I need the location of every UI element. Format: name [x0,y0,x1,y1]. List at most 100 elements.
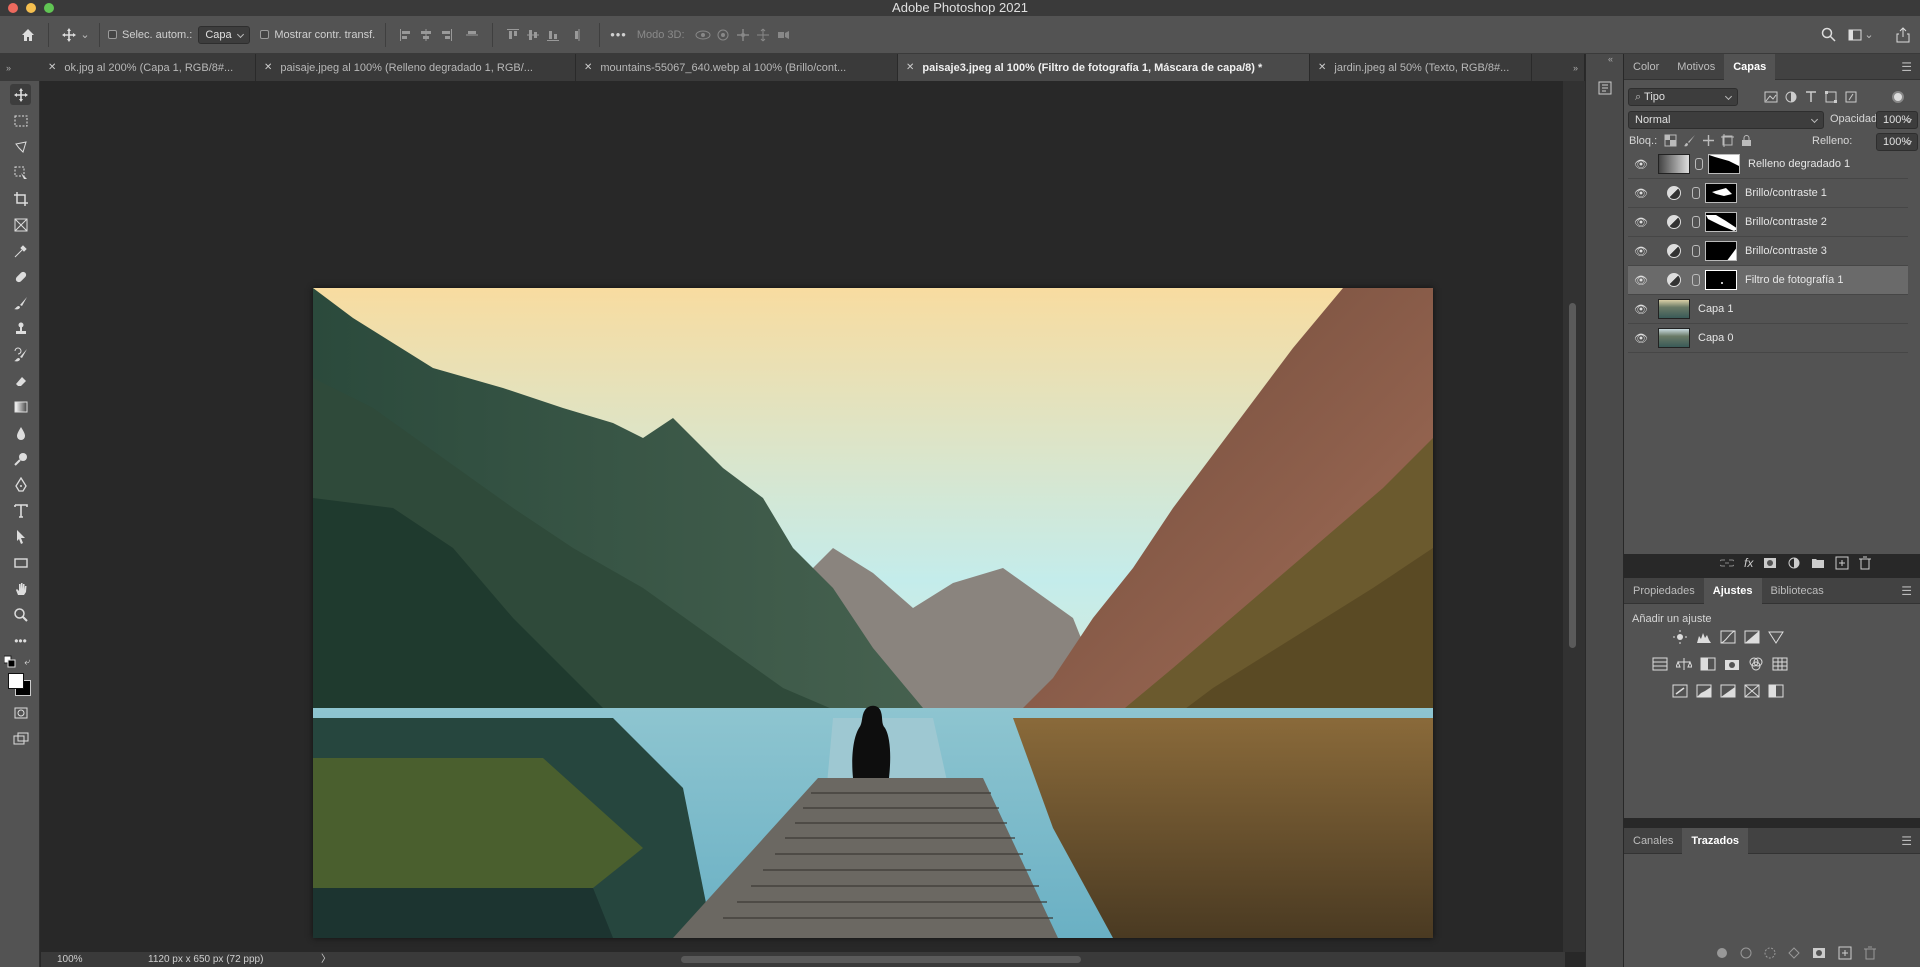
color-lookup-icon[interactable] [1772,657,1788,671]
eyedropper-tool[interactable] [10,240,31,261]
layer-mask-thumbnail[interactable] [1705,270,1737,290]
exposure-icon[interactable] [1744,630,1760,644]
filter-toggle-icon[interactable] [1892,91,1904,103]
photo-filter-icon[interactable] [1724,657,1740,671]
new-adjustment-icon[interactable] [1787,556,1801,570]
lock-artboard-icon[interactable] [1721,134,1734,147]
layer-mask-thumbnail[interactable] [1705,241,1737,261]
zoom-tool[interactable] [10,604,31,625]
mask-link-icon[interactable] [1692,187,1700,199]
foreground-color-swatch[interactable] [8,673,24,689]
layer-filtro-de-fotografia-1[interactable]: 👁 Filtro de fotografía 1 [1628,266,1908,295]
make-path-icon[interactable] [1788,947,1800,959]
close-tab-icon[interactable]: ✕ [264,62,272,73]
align-left-icon[interactable] [396,25,416,45]
mask-link-icon[interactable] [1695,158,1703,170]
workspace-icon[interactable] [1846,25,1866,45]
panel-menu-icon[interactable]: ☰ [1901,584,1912,598]
posterize-icon[interactable] [1696,684,1712,698]
align-bottom-icon[interactable] [543,25,563,45]
auto-select-dropdown[interactable]: Capa [198,25,251,44]
horizontal-scrollbar-thumb[interactable] [681,956,1081,963]
selective-color-icon[interactable] [1744,684,1760,698]
lock-transparent-icon[interactable] [1664,134,1677,147]
orbit-3d-icon[interactable] [693,25,713,45]
tab-motivos[interactable]: Motivos [1668,54,1724,80]
tab-ok-jpg[interactable]: ✕ ok.jpg al 200% (Capa 1, RGB/8#... [40,54,256,81]
pen-tool[interactable] [10,474,31,495]
brightness-contrast-icon[interactable] [1672,630,1688,644]
layer-capa-1[interactable]: 👁 Capa 1 [1628,295,1908,324]
visibility-eye-icon[interactable]: 👁 [1628,187,1654,200]
lock-pixels-icon[interactable] [1683,134,1696,147]
close-tab-icon[interactable]: ✕ [48,62,56,73]
close-tab-icon[interactable]: ✕ [906,62,914,73]
layer-brillo-contraste-3[interactable]: 👁 Brillo/contraste 3 [1628,237,1908,266]
blend-mode-dropdown[interactable]: Normal [1628,111,1824,129]
tab-bibliotecas[interactable]: Bibliotecas [1762,578,1833,604]
quick-mask-icon[interactable] [10,702,31,723]
add-mask-icon[interactable] [1812,947,1826,959]
delete-path-icon[interactable] [1864,946,1876,960]
workspace-chevron-icon[interactable]: ⌄ [1864,25,1874,45]
add-mask-icon[interactable] [1763,557,1777,569]
search-icon[interactable] [1818,25,1838,45]
opacity-input[interactable]: 100% [1876,111,1918,129]
history-panel-icon[interactable] [1594,77,1616,99]
mask-link-icon[interactable] [1692,245,1700,257]
tab-color[interactable]: Color [1624,54,1668,80]
maximize-window-icon[interactable] [44,3,54,13]
clone-stamp-tool[interactable] [10,318,31,339]
lock-position-icon[interactable] [1702,134,1715,147]
link-layers-icon[interactable] [1720,557,1734,569]
layer-mask-thumbnail[interactable] [1705,183,1737,203]
marquee-tool[interactable] [10,110,31,131]
hue-saturation-icon[interactable] [1652,657,1668,671]
vertical-scrollbar[interactable] [1563,81,1585,952]
align-top-icon[interactable] [503,25,523,45]
layer-relleno-degradado-1[interactable]: 👁 Relleno degradado 1 [1628,150,1908,179]
invert-icon[interactable] [1672,684,1688,698]
document-image[interactable] [313,288,1433,938]
visibility-eye-icon[interactable]: 👁 [1628,303,1654,316]
expand-toolbar-icon[interactable]: » [0,63,40,73]
load-selection-icon[interactable] [1764,947,1776,959]
zoom-level[interactable]: 100% [57,952,83,967]
layer-mask-thumbnail[interactable] [1705,212,1737,232]
visibility-eye-icon[interactable]: 👁 [1628,216,1654,229]
dodge-tool[interactable] [10,448,31,469]
rectangle-tool[interactable] [10,552,31,573]
mask-link-icon[interactable] [1692,274,1700,286]
visibility-eye-icon[interactable]: 👁 [1628,332,1654,345]
curves-icon[interactable] [1720,630,1736,644]
layer-mask-thumbnail[interactable] [1708,154,1740,174]
close-tab-icon[interactable]: ✕ [1318,62,1326,73]
tab-mountains-webp[interactable]: ✕ mountains-55067_640.webp al 100% (Brill… [576,54,898,81]
tab-propiedades[interactable]: Propiedades [1624,578,1704,604]
healing-brush-tool[interactable] [10,266,31,287]
panel-menu-icon[interactable]: ☰ [1901,834,1912,848]
pan-3d-icon[interactable] [733,25,753,45]
swap-colors-icon[interactable]: ⤶ [21,656,33,668]
threshold-icon[interactable] [1720,684,1736,698]
default-colors-icon[interactable] [4,655,16,668]
lasso-tool[interactable] [10,136,31,157]
filter-adjustment-icon[interactable] [1784,90,1798,104]
hand-tool[interactable] [10,578,31,599]
vibrance-icon[interactable] [1768,630,1784,644]
collapse-panels-icon[interactable]: » [1573,63,1578,73]
move-tool-icon[interactable] [59,25,79,45]
levels-icon[interactable] [1696,630,1712,644]
visibility-eye-icon[interactable]: 👁 [1628,274,1654,287]
mask-link-icon[interactable] [1692,216,1700,228]
tab-capas[interactable]: Capas [1724,53,1776,80]
align-middle-icon[interactable] [523,25,543,45]
fill-path-icon[interactable] [1716,947,1728,959]
distribute-horizontal-icon[interactable] [462,25,482,45]
filter-shape-icon[interactable] [1824,90,1838,104]
home-icon[interactable] [18,25,38,45]
align-right-icon[interactable] [436,25,456,45]
filter-smart-object-icon[interactable] [1844,90,1858,104]
eraser-tool[interactable] [10,370,31,391]
close-window-icon[interactable] [8,3,18,13]
